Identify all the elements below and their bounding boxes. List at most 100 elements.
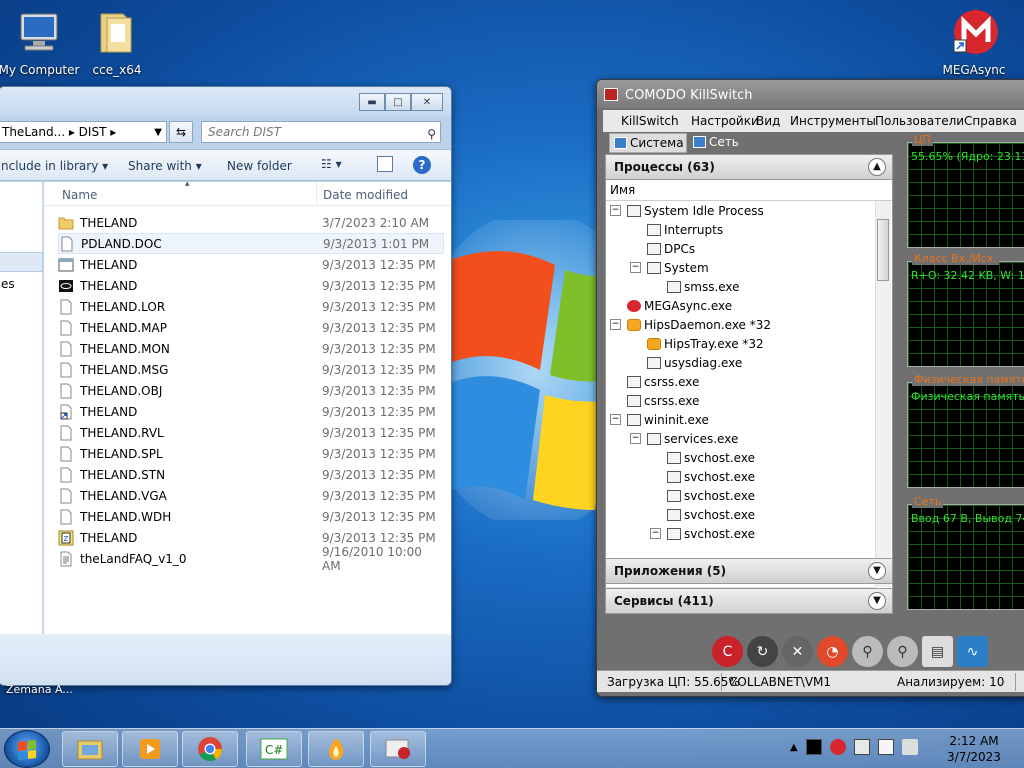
taskbar-killswitch[interactable] — [370, 731, 426, 767]
killswitch-titlebar[interactable]: COMODO KillSwitch — [597, 80, 1024, 108]
file-row[interactable]: THELAND.RVL 9/3/2013 12:35 PM — [58, 422, 444, 443]
file-row[interactable]: PDLAND.DOC 9/3/2013 1:01 PM — [58, 233, 444, 254]
tray-app-icon[interactable] — [805, 739, 822, 755]
file-row[interactable]: theLandFAQ_v1_0 9/16/2010 10:00 AM — [58, 545, 444, 573]
tab-network[interactable]: Сеть — [689, 133, 749, 153]
tray-volume-icon[interactable] — [901, 739, 918, 755]
file-row[interactable]: THELAND.MSG 9/3/2013 12:35 PM — [58, 359, 444, 380]
column-header[interactable]: Name ▴ Date modified — [44, 179, 451, 206]
process-row[interactable]: csrss.exe — [610, 391, 699, 410]
taskbar-hips[interactable] — [308, 731, 364, 767]
desktop-icon-my-computer[interactable]: My Computer — [0, 8, 81, 77]
file-row[interactable]: THELAND.MON 9/3/2013 12:35 PM — [58, 338, 444, 359]
comodo-logo-button[interactable]: C — [712, 636, 743, 667]
tab-system[interactable]: Система — [609, 133, 687, 153]
explorer-window[interactable]: ▬ □ ✕ TheLand... ▸ DIST ▸ ▼ ⇆ Search DIS… — [0, 86, 452, 686]
file-row[interactable]: THELAND.LOR 9/3/2013 12:35 PM — [58, 296, 444, 317]
tree-expander-icon[interactable]: − — [630, 262, 641, 273]
include-in-library-button[interactable]: nclude in library ▾ — [1, 159, 108, 173]
processes-section-header[interactable]: Процессы (63) ▲ — [605, 154, 893, 180]
file-row[interactable]: THELAND 9/3/2013 12:35 PM — [58, 275, 444, 296]
desktop-icon-megasync[interactable]: MEGAsync — [932, 8, 1016, 77]
menu-help[interactable]: Справка — [964, 114, 1017, 128]
file-row[interactable]: THELAND.VGA 9/3/2013 12:35 PM — [58, 485, 444, 506]
search-input[interactable]: Search DIST ⚲ — [201, 121, 441, 143]
navigation-pane[interactable]: es ms — [0, 182, 43, 646]
inspect-tool-button[interactable]: ⚲ — [887, 636, 918, 667]
process-row[interactable]: DPCs — [630, 239, 695, 258]
process-row[interactable]: − svchost.exe — [650, 524, 755, 543]
address-bar[interactable]: TheLand... ▸ DIST ▸ ▼ — [0, 121, 167, 143]
file-row[interactable]: THELAND.WDH 9/3/2013 12:35 PM — [58, 506, 444, 527]
nav-item-label[interactable]: es — [1, 277, 15, 291]
file-row[interactable]: THELAND.OBJ 9/3/2013 12:35 PM — [58, 380, 444, 401]
search-tool-button[interactable]: ⚲ — [852, 636, 883, 667]
chevron-down-icon[interactable]: ▼ — [154, 127, 162, 138]
file-row[interactable]: THELAND 9/3/2013 12:35 PM — [58, 254, 444, 275]
window-list-button[interactable]: ▤ — [922, 636, 953, 667]
menu-tools[interactable]: Инструменты — [790, 114, 876, 128]
explorer-titlebar[interactable]: ▬ □ ✕ — [0, 87, 451, 117]
process-row[interactable]: − wininit.exe — [610, 410, 709, 429]
maximize-button[interactable]: □ — [385, 93, 411, 111]
file-row[interactable]: THELAND 9/3/2013 12:35 PM — [58, 401, 444, 422]
column-name-header[interactable]: Name — [62, 188, 97, 202]
process-row[interactable]: − services.exe — [630, 429, 738, 448]
tray-expand-icon[interactable]: ▲ — [790, 742, 798, 753]
taskbar-chrome[interactable] — [182, 731, 238, 767]
process-row[interactable]: svchost.exe — [650, 505, 755, 524]
close-button[interactable]: ✕ — [411, 93, 443, 111]
taskbar-explorer[interactable] — [62, 731, 118, 767]
tray-flag-icon[interactable] — [877, 739, 894, 755]
process-column-header[interactable]: Имя — [606, 179, 892, 201]
chevron-up-icon[interactable]: ▲ — [868, 158, 886, 176]
menu-view[interactable]: Вид — [756, 114, 780, 128]
process-row[interactable]: HipsTray.exe *32 — [630, 334, 764, 353]
process-row[interactable]: − System Idle Process — [610, 201, 764, 220]
nav-selected-item[interactable] — [0, 252, 43, 272]
vertical-scrollbar[interactable] — [875, 201, 891, 587]
refresh-button[interactable]: ⇆ — [169, 121, 193, 143]
new-folder-button[interactable]: New folder — [227, 159, 292, 173]
chevron-down-icon[interactable]: ▼ — [868, 592, 886, 610]
reboot-button[interactable]: ↻ — [747, 636, 778, 667]
tree-expander-icon[interactable]: − — [650, 528, 661, 539]
column-date-header[interactable]: Date modified — [323, 188, 408, 202]
minimize-button[interactable]: ▬ — [359, 93, 385, 111]
menu-killswitch[interactable]: KillSwitch — [621, 114, 679, 128]
applications-section-header[interactable]: Приложения (5) ▼ — [605, 558, 893, 584]
process-row[interactable]: usysdiag.exe — [630, 353, 742, 372]
scrollbar-thumb[interactable] — [877, 219, 889, 281]
tree-expander-icon[interactable]: − — [610, 205, 621, 216]
process-row[interactable]: Interrupts — [630, 220, 723, 239]
tree-expander-icon[interactable]: − — [630, 433, 641, 444]
desktop-icon-zemana-label[interactable]: Zemana A... — [6, 683, 73, 696]
file-row[interactable]: THELAND.MAP 9/3/2013 12:35 PM — [58, 317, 444, 338]
desktop-icon-cce-x64[interactable]: cce_x64 — [75, 8, 159, 77]
file-row[interactable]: THELAND.SPL 9/3/2013 12:35 PM — [58, 443, 444, 464]
view-options-icon[interactable]: ☷ ▾ — [321, 157, 342, 171]
process-row[interactable]: svchost.exe — [650, 467, 755, 486]
taskbar-media-player[interactable] — [122, 731, 178, 767]
file-row[interactable]: THELAND.STN 9/3/2013 12:35 PM — [58, 464, 444, 485]
process-row[interactable]: smss.exe — [650, 277, 740, 296]
services-section-header[interactable]: Сервисы (411) ▼ — [605, 588, 893, 614]
pie-stats-button[interactable]: ◔ — [817, 636, 848, 667]
menu-users[interactable]: Пользователи — [875, 114, 964, 128]
process-row[interactable]: − HipsDaemon.exe *32 — [610, 315, 771, 334]
tree-expander-icon[interactable]: − — [610, 414, 621, 425]
process-row[interactable]: − System — [630, 258, 709, 277]
tree-expander-icon[interactable]: − — [610, 319, 621, 330]
tray-network-icon[interactable] — [853, 739, 870, 755]
process-row[interactable]: svchost.exe — [650, 486, 755, 505]
chevron-down-icon[interactable]: ▼ — [868, 562, 886, 580]
process-row[interactable]: csrss.exe — [610, 372, 699, 391]
processes-panel[interactable]: Процессы (63) ▲ Имя − System Idle Process… — [605, 154, 893, 614]
share-with-button[interactable]: Share with ▾ — [128, 159, 202, 173]
file-list[interactable]: Name ▴ Date modified THELAND 3/7/2023 2:1… — [44, 179, 451, 634]
process-row[interactable]: svchost.exe — [650, 448, 755, 467]
taskbar-clock[interactable]: 2:12 AM 3/7/2023 — [944, 733, 1004, 765]
help-icon[interactable]: ? — [413, 156, 431, 174]
file-row[interactable]: THELAND 3/7/2023 2:10 AM — [58, 212, 444, 233]
process-row[interactable]: MEGAsync.exe — [610, 296, 732, 315]
